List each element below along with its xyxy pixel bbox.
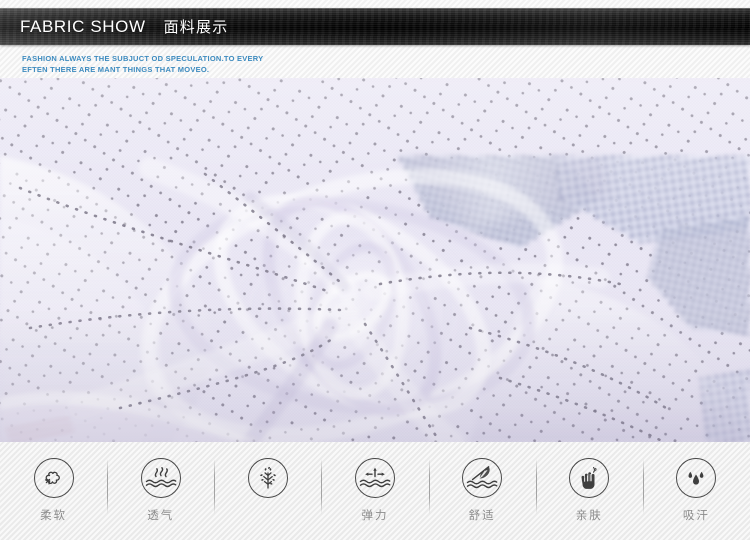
feature-label: 透气	[147, 510, 175, 522]
feature-item-skinfriendly[interactable]: 亲肤	[535, 442, 643, 540]
feature-item-breathable[interactable]: 透气	[107, 442, 214, 540]
fabric-photo	[0, 78, 750, 442]
feature-label: 亲肤	[575, 510, 603, 522]
breathable-vapor-icon	[140, 458, 181, 498]
subtitle-line-2: EFTEN THERE ARE MANT THINGS THAT MOVEO.	[22, 64, 210, 74]
header-title-group: FABRIC SHOW 面料展示	[20, 8, 228, 45]
sweat-droplets-icon	[676, 458, 717, 498]
cotton-ball-icon	[33, 458, 74, 498]
page-title-en: FABRIC SHOW	[20, 16, 146, 36]
feature-label: 弹力	[361, 510, 389, 522]
feature-label: 吸汗	[682, 510, 710, 522]
feature-label: 舒适	[468, 510, 496, 522]
fabric-photo-illustration	[0, 78, 750, 442]
plant-tree-icon	[247, 458, 288, 498]
feature-item-comfortable[interactable]: 舒适	[428, 442, 536, 540]
hand-touch-icon	[569, 458, 610, 498]
feature-item-soft[interactable]: 柔软	[0, 442, 107, 540]
feature-strip: 柔软 透气 弹力 舒适 亲肤 吸汗	[0, 442, 750, 540]
feature-item-natural[interactable]	[214, 442, 321, 540]
header-bar: FABRIC SHOW 面料展示	[0, 8, 750, 45]
elastic-arrows-icon	[354, 458, 395, 498]
subtitle-line-1: FASHION ALWAYS THE SUBJUCT OD SPECULATIO…	[22, 54, 264, 63]
feature-item-elastic[interactable]: 弹力	[321, 442, 428, 540]
feature-item-sweatwicking[interactable]: 吸汗	[642, 442, 750, 540]
page-title-cn: 面料展示	[163, 19, 229, 36]
feather-icon	[462, 458, 503, 498]
feature-label: 柔软	[40, 510, 68, 522]
fabric-show-page: FABRIC SHOW 面料展示 FASHION ALWAYS THE SUBJ…	[0, 0, 750, 540]
subtitle-block: FASHION ALWAYS THE SUBJUCT OD SPECULATIO…	[22, 54, 542, 75]
